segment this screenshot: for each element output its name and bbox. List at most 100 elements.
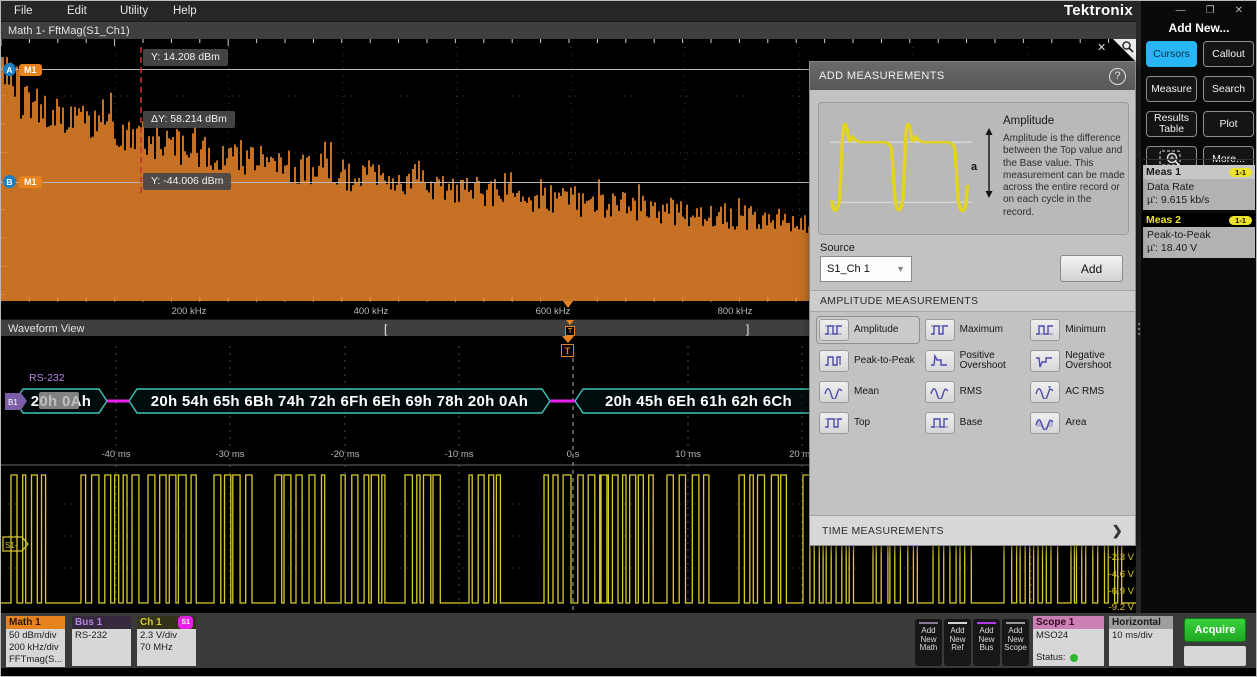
acquire-button[interactable]: Acquire: [1184, 618, 1246, 642]
bus-tooltip-overlay: [39, 392, 79, 409]
time-tick-label: 0 s: [567, 449, 580, 460]
close-icon[interactable]: ✕: [1235, 5, 1243, 16]
measurement-mean[interactable]: Mean: [816, 378, 920, 406]
tekscope-app-window: File Edit Utility Help Tektronix — ❐ ✕ Math…: [0, 0, 1257, 677]
measurement-area[interactable]: Area: [1027, 409, 1131, 437]
meas2-count-pill: 1-1: [1229, 216, 1252, 225]
measurement-top[interactable]: Top: [816, 409, 920, 437]
voltage-scale-label: -6.9 V: [1100, 586, 1134, 597]
rms-icon: [925, 381, 955, 403]
zoom-bracket-right[interactable]: ]: [746, 322, 749, 336]
menu-bar: File Edit Utility Help Tektronix: [1, 1, 1141, 21]
scope1-badge[interactable]: Scope 1 MSO24 Status:: [1033, 616, 1104, 666]
trigger-marker[interactable]: T: [561, 336, 574, 357]
positive-overshoot-icon: [925, 350, 955, 372]
measurement-maximum[interactable]: Maximum: [922, 316, 1026, 344]
cursor-b-circle: B: [3, 175, 16, 188]
add-button[interactable]: Add: [1060, 255, 1123, 282]
meas2-type: Peak-to-Peak: [1147, 229, 1251, 242]
trigger-bar-indicator[interactable]: T: [565, 320, 575, 336]
maximize-icon[interactable]: ❐: [1206, 5, 1215, 16]
badge-line: 2.3 V/div: [140, 630, 193, 642]
measurement-grid: Amplitude Maximum Minimum Peak-to-Peak Posit…: [816, 316, 1131, 437]
meas1-count-pill: 1-1: [1229, 168, 1252, 177]
menu-item-utility[interactable]: Utility: [120, 5, 160, 17]
measurement-label: Minimum: [1065, 325, 1106, 336]
sidebar-button-search[interactable]: Search: [1203, 76, 1254, 102]
measurement-label: Positive Overshoot: [960, 351, 1023, 372]
meas2-value: µ': 18.40 V: [1147, 242, 1251, 255]
ch1-badge[interactable]: Ch 1 S1 2.3 V/div70 MHz: [137, 616, 196, 666]
cursor-a-readout: Y: 14.208 dBm: [143, 49, 228, 66]
measurement-label: Amplitude: [854, 325, 898, 336]
button-add-new-ref[interactable]: AddNewRef: [944, 619, 971, 666]
amplitude-arrow-icon: [982, 127, 996, 199]
dialog-title: ADD MEASUREMENTS: [819, 70, 945, 82]
math-view-close-icon[interactable]: ✕: [1097, 41, 1106, 54]
menu-item-file[interactable]: File: [14, 5, 54, 17]
voltage-scale-label: -9.2 V: [1100, 602, 1134, 613]
measurement-base[interactable]: Base: [922, 409, 1026, 437]
source-dropdown[interactable]: S1_Ch 1 ▼: [820, 256, 912, 282]
measurement-label: Mean: [854, 387, 879, 398]
ch1-source-pill: S1: [178, 616, 193, 629]
menu-items: File Edit Utility Help: [1, 5, 213, 17]
button-add-new-math[interactable]: AddNewMath: [915, 619, 942, 666]
measurement-peak-to-peak[interactable]: Peak-to-Peak: [816, 347, 920, 375]
time-tick-label: -10 ms: [444, 449, 473, 460]
menu-item-edit[interactable]: Edit: [67, 5, 107, 17]
menu-item-help[interactable]: Help: [173, 5, 213, 17]
top-icon: [819, 412, 849, 434]
time-section-header[interactable]: TIME MEASUREMENTS ❯: [810, 515, 1135, 545]
math1-title: Math 1: [6, 616, 65, 629]
measurement-negative-overshoot[interactable]: Negative Overshoot: [1027, 347, 1131, 375]
sidebar-button-measure[interactable]: Measure: [1146, 76, 1197, 102]
ch1-title: Ch 1: [140, 616, 162, 629]
measurement-label: AC RMS: [1065, 387, 1104, 398]
measurement-label: Peak-to-Peak: [854, 356, 915, 367]
sidebar-button-callout[interactable]: Callout: [1203, 41, 1254, 67]
minimize-icon[interactable]: —: [1176, 5, 1186, 16]
button-add-new-bus[interactable]: AddNewBus: [973, 619, 1000, 666]
sidebar-button-results-table[interactable]: Results Table: [1146, 111, 1197, 137]
measurement-positive-overshoot[interactable]: Positive Overshoot: [922, 347, 1026, 375]
measurement-rms[interactable]: RMS: [922, 378, 1026, 406]
tektronix-logo: Tektronix: [1064, 2, 1133, 19]
measurement-minimum[interactable]: Minimum: [1027, 316, 1131, 344]
negative-overshoot-icon: [1030, 350, 1060, 372]
meas1-badge[interactable]: Meas 1 1-1 Data Rate µ': 9.615 kb/s: [1143, 165, 1255, 210]
measurement-amplitude[interactable]: Amplitude: [816, 316, 920, 344]
chevron-down-icon: ▼: [896, 264, 905, 274]
horizontal-badge[interactable]: Horizontal 10 ms/div: [1109, 616, 1173, 666]
help-icon[interactable]: ?: [1109, 68, 1126, 85]
sidebar-button-cursors[interactable]: Cursors: [1146, 41, 1197, 67]
cursor-delta-readout: ΔY: 58.214 dBm: [143, 111, 235, 128]
button-add-new-scope[interactable]: AddNewScope: [1002, 619, 1029, 666]
bus-packet-2: 20h 54h 65h 6Bh 74h 72h 6Fh 6Eh 69h 78h …: [129, 389, 550, 413]
sidebar-button-plot[interactable]: Plot: [1203, 111, 1254, 137]
zoom-bracket-left[interactable]: [: [384, 322, 387, 336]
bus1-badge[interactable]: Bus 1 RS-232: [72, 616, 131, 666]
horizontal-title: Horizontal: [1109, 616, 1173, 629]
minimum-icon: [1030, 319, 1060, 341]
voltage-scale-label: -2.3 V: [1100, 552, 1134, 563]
dialog-header[interactable]: ADD MEASUREMENTS ?: [810, 62, 1135, 90]
meas1-type: Data Rate: [1147, 181, 1251, 194]
waveform-view-title: Waveform View: [8, 323, 84, 335]
measurement-ac-rms[interactable]: AC RMS: [1027, 378, 1131, 406]
cursor-b-source-badge: M1: [19, 176, 42, 188]
cursor-b-marker[interactable]: B M1: [3, 175, 42, 188]
meas2-badge[interactable]: Meas 2 1-1 Peak-to-Peak µ': 18.40 V: [1143, 213, 1255, 258]
window-controls: — ❐ ✕: [1141, 1, 1257, 19]
scope1-status-label: Status:: [1036, 652, 1066, 664]
time-tick-label: -30 ms: [215, 449, 244, 460]
amplitude-section-header: AMPLITUDE MEASUREMENTS: [810, 290, 1135, 312]
chevron-right-icon: ❯: [1112, 523, 1123, 539]
voltage-scale-label: -4.6 V: [1100, 569, 1134, 580]
cursor-a-marker[interactable]: A M1: [3, 63, 42, 76]
bottom-strip: [1, 668, 1256, 676]
peak-to-peak-icon: [819, 350, 849, 372]
freq-tick-label: 200 kHz: [172, 306, 207, 317]
source-label: Source: [820, 242, 855, 254]
math1-badge[interactable]: Math 1 50 dBm/div200 kHz/divFFTmag(S...: [6, 616, 65, 666]
